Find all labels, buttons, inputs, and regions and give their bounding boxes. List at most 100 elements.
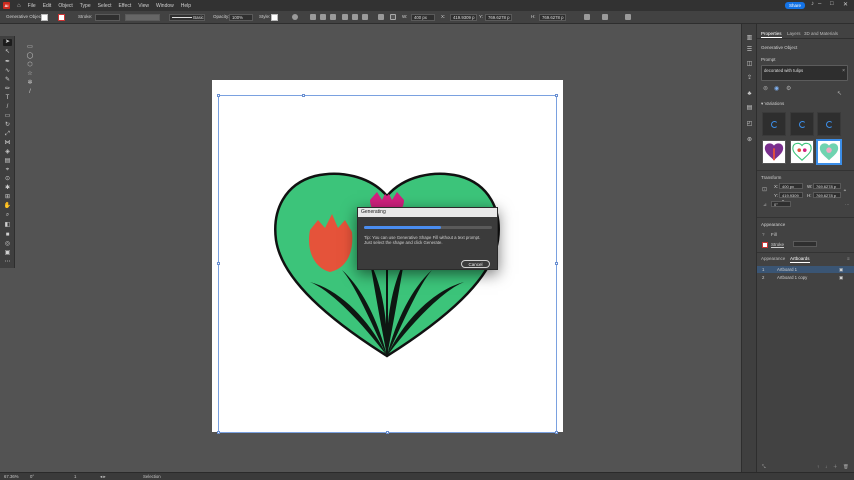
panel-menu-icon[interactable]	[625, 14, 631, 20]
prompt-input[interactable]: decorated with tulips ×	[761, 65, 848, 81]
transform-w-field[interactable]: 769.6278 p	[813, 183, 841, 189]
menu-effect[interactable]: Effect	[119, 3, 132, 9]
style-swatch[interactable]	[271, 14, 278, 21]
handle-middle-right[interactable]	[555, 262, 558, 265]
bell-icon[interactable]: ♪	[811, 1, 814, 7]
move-up-icon[interactable]: ↑	[817, 464, 819, 469]
hand-tool-icon[interactable]: ✋	[3, 203, 12, 210]
cancel-button[interactable]: Cancel	[461, 260, 490, 268]
align-icon[interactable]: ♣	[745, 90, 754, 98]
handle-top-left[interactable]	[217, 94, 220, 97]
menu-view[interactable]: View	[138, 3, 149, 9]
screen-mode-icon[interactable]: ▣	[3, 250, 12, 257]
rearrange-icon[interactable]: ⤡	[762, 464, 766, 469]
stroke-label-panel[interactable]: Stroke	[771, 242, 784, 247]
edit-toolbar-icon[interactable]: ⋯	[3, 259, 12, 266]
ellipse-subtool-icon[interactable]: ◯	[26, 53, 34, 60]
flare-subtool-icon[interactable]: ✲	[26, 80, 34, 87]
tab-properties[interactable]: Properties	[761, 31, 782, 38]
delete-icon[interactable]: 🗑	[843, 464, 849, 470]
menu-type[interactable]: Type	[80, 3, 91, 9]
variation-thumbnail-1[interactable]	[762, 140, 786, 164]
artboard-tool-icon[interactable]: ⊞	[3, 194, 12, 201]
symbols-icon[interactable]: ▤	[745, 104, 754, 112]
generate-icon[interactable]: ◉	[774, 85, 779, 92]
gradient-tool-icon[interactable]: ▤	[3, 158, 12, 165]
artboard-row[interactable]: 2 Artboard 1 copy ▣	[757, 274, 854, 281]
color-mode-icon[interactable]: ■	[3, 232, 12, 239]
selection-tool-icon[interactable]: ➤	[3, 39, 12, 46]
polygon-subtool-icon[interactable]: ⬡	[26, 62, 34, 69]
clear-prompt-icon[interactable]: ×	[842, 68, 845, 74]
minimize-icon[interactable]: –	[818, 1, 821, 7]
menu-select[interactable]: Select	[98, 3, 112, 9]
menu-object[interactable]: Object	[58, 3, 72, 9]
pencil-tool-icon[interactable]: ✏	[3, 86, 12, 93]
libraries-icon[interactable]: ▥	[745, 34, 754, 42]
shape-builder-tool-icon[interactable]: ◈	[3, 149, 12, 156]
transform-x-field[interactable]: 400 px	[779, 183, 803, 189]
reference-point-icon[interactable]	[378, 14, 384, 20]
artboard-options-icon[interactable]: ▣	[839, 266, 843, 273]
tab-3d-materials[interactable]: 3D and Materials	[804, 31, 838, 36]
blend-tool-icon[interactable]: ⊙	[3, 176, 12, 183]
variation-thumbnail-2[interactable]	[790, 140, 814, 164]
zoom-level[interactable]: 67.36%	[4, 474, 19, 479]
y-field[interactable]: 769.6278 p	[485, 14, 512, 21]
align-center-icon[interactable]	[320, 14, 326, 20]
rectangle-subtool-icon[interactable]: ▭	[26, 44, 34, 51]
panel-menu-icon[interactable]: ≡	[847, 256, 850, 261]
line-tool-icon[interactable]: /	[3, 104, 12, 111]
rotate-tool-icon[interactable]: ↻	[3, 122, 12, 129]
star-subtool-icon[interactable]: ☆	[26, 71, 34, 78]
rectangle-tool-icon[interactable]: ▭	[3, 113, 12, 120]
artboard-navigator[interactable]: 1	[74, 474, 76, 479]
transform-h-field[interactable]: 769.6278 p	[813, 192, 841, 198]
menu-edit[interactable]: Edit	[43, 3, 52, 9]
transform-y-field[interactable]: 419.9309 p	[779, 192, 803, 203]
home-icon[interactable]: ⌂	[17, 3, 21, 9]
transform-icon[interactable]	[584, 14, 590, 20]
brush-definition-field[interactable]: Basic	[169, 14, 205, 21]
menu-file[interactable]: File	[28, 3, 36, 9]
settings-gear-icon[interactable]: ⚙	[786, 85, 791, 92]
handle-bottom-right[interactable]	[555, 431, 558, 434]
symbol-sprayer-tool-icon[interactable]: ✱	[3, 185, 12, 192]
draw-mode-icon[interactable]: ◎	[3, 241, 12, 248]
maximize-icon[interactable]: □	[830, 1, 834, 7]
new-artboard-icon[interactable]: ＋	[833, 464, 838, 470]
share-button[interactable]: Share	[785, 2, 805, 9]
tab-appearance[interactable]: Appearance	[761, 256, 785, 261]
stroke-weight-field[interactable]	[95, 14, 120, 21]
fill-swatch[interactable]	[41, 14, 48, 21]
handle-bottom-left[interactable]	[217, 431, 220, 434]
handle-middle-left[interactable]	[217, 262, 220, 265]
width-tool-icon[interactable]: ⋈	[3, 140, 12, 147]
variation-loading-1[interactable]	[762, 112, 786, 136]
handle-top-center[interactable]	[302, 94, 305, 97]
opacity-field[interactable]: 100%	[229, 14, 253, 21]
align-right-icon[interactable]	[330, 14, 336, 20]
recolor-icon[interactable]	[292, 14, 298, 20]
menu-window[interactable]: Window	[156, 3, 174, 9]
constrain-icon[interactable]	[390, 14, 396, 20]
export-icon[interactable]: ⇪	[745, 74, 754, 82]
align-top-icon[interactable]	[342, 14, 348, 20]
height-field[interactable]: 769.6278 p	[539, 14, 566, 21]
stroke-swatch[interactable]	[58, 14, 65, 21]
artboard-nav-arrows-icon[interactable]: ◂ ▸	[100, 474, 106, 480]
variable-width-field[interactable]	[125, 14, 160, 21]
move-down-icon[interactable]: ↓	[825, 464, 827, 469]
line-subtool-icon[interactable]: /	[26, 89, 34, 96]
align-left-icon[interactable]	[310, 14, 316, 20]
properties-icon[interactable]: ☰	[745, 46, 754, 54]
reference-point-icon[interactable]: ⊡	[762, 186, 767, 193]
fill-stroke-icon[interactable]: ◧	[3, 222, 12, 229]
more-options-icon[interactable]: ⋯	[845, 202, 850, 208]
style-reference-icon[interactable]: ⊚	[763, 85, 768, 92]
curvature-tool-icon[interactable]: ∿	[3, 68, 12, 75]
isolate-icon[interactable]	[602, 14, 608, 20]
direct-selection-tool-icon[interactable]: ↖	[3, 49, 12, 56]
stroke-weight-field-panel[interactable]	[793, 241, 817, 247]
fill-question-icon[interactable]: ?	[762, 232, 765, 237]
